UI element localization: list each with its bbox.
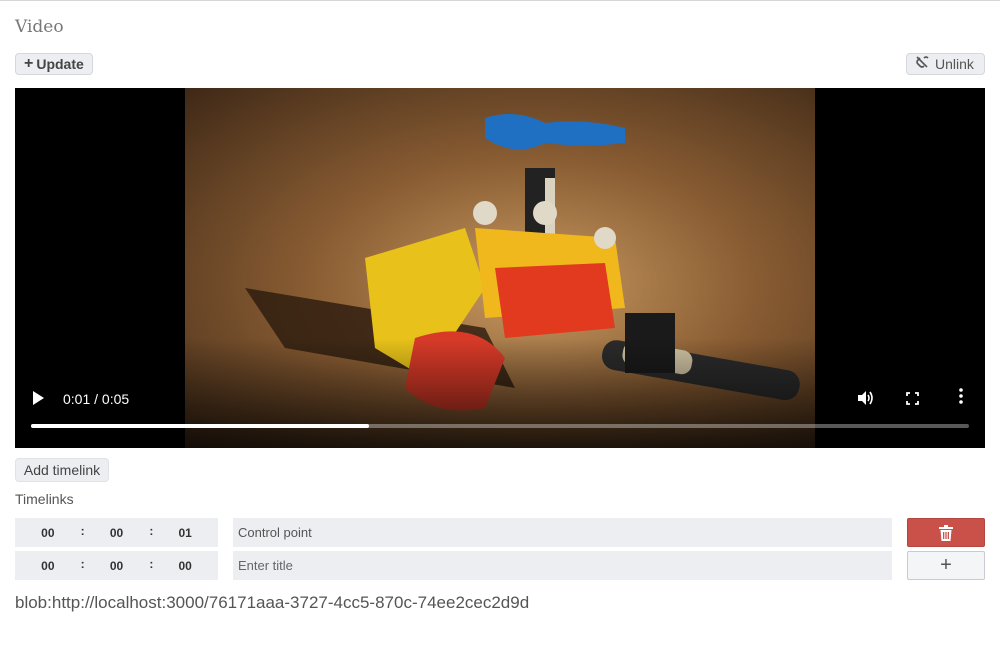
plus-icon: + — [24, 55, 34, 72]
unlink-icon — [915, 55, 929, 74]
update-label: Update — [36, 56, 84, 72]
unlink-button[interactable]: Unlink — [906, 53, 985, 75]
progress-fill — [31, 424, 369, 428]
fullscreen-icon[interactable] — [906, 392, 919, 405]
timelink-title-input[interactable] — [233, 518, 892, 547]
add-row-button[interactable]: + — [907, 551, 985, 580]
hours-field[interactable]: 00 — [15, 526, 81, 540]
add-timelink-button[interactable]: Add timelink — [15, 458, 109, 482]
minutes-field[interactable]: 00 — [84, 559, 150, 573]
volume-icon[interactable] — [857, 390, 875, 411]
trash-icon — [939, 524, 953, 541]
seconds-field[interactable]: 00 — [152, 559, 218, 573]
hours-field[interactable]: 00 — [15, 559, 81, 573]
time-separator: : — [149, 523, 154, 538]
timelinks-heading: Timelinks — [15, 491, 74, 507]
timelink-time[interactable]: 00 : 00 : 00 — [15, 551, 218, 580]
time-separator: : — [149, 556, 154, 571]
time-separator: : — [80, 523, 85, 538]
unlink-label: Unlink — [935, 56, 974, 72]
time-separator: : — [80, 556, 85, 571]
blob-url: blob:http://localhost:3000/76171aaa-3727… — [15, 593, 530, 612]
timelink-row: 00 : 00 : 00 + — [15, 551, 985, 580]
update-button[interactable]: + Update — [15, 53, 93, 75]
section-title: Video — [15, 17, 64, 37]
timelink-row: 00 : 00 : 01 — [15, 518, 985, 547]
minutes-field[interactable]: 00 — [84, 526, 150, 540]
progress-track[interactable] — [31, 424, 969, 428]
time-display: 0:01 / 0:05 — [63, 391, 130, 407]
timelink-time[interactable]: 00 : 00 : 01 — [15, 518, 218, 547]
controls-shade — [15, 338, 985, 448]
delete-timelink-button[interactable] — [907, 518, 985, 547]
timelink-title-input[interactable] — [233, 551, 892, 580]
more-vertical-icon[interactable] — [958, 388, 964, 407]
play-icon[interactable] — [33, 391, 44, 405]
video-player[interactable]: 0:01 / 0:05 — [15, 88, 985, 448]
seconds-field[interactable]: 01 — [152, 526, 218, 540]
plus-icon: + — [940, 554, 952, 576]
